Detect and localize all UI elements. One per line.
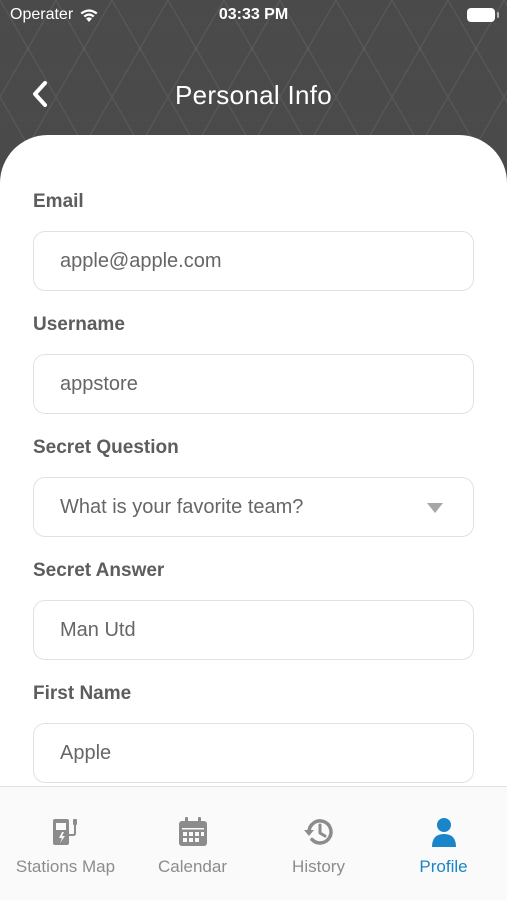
email-value: apple@apple.com bbox=[60, 249, 222, 272]
first-name-value: Apple bbox=[60, 741, 112, 764]
calendar-icon bbox=[129, 815, 256, 849]
tab-calendar[interactable]: Calendar bbox=[129, 787, 256, 900]
username-label: Username bbox=[33, 314, 125, 335]
secret-answer-field-group: Secret Answer Man Utd bbox=[33, 560, 474, 660]
battery-icon bbox=[467, 8, 499, 22]
secret-question-value: What is your favorite team? bbox=[60, 495, 304, 518]
chevron-left-icon bbox=[33, 81, 47, 107]
username-value: appstore bbox=[60, 372, 138, 395]
secret-question-label: Secret Question bbox=[33, 437, 179, 458]
tab-calendar-label: Calendar bbox=[158, 857, 227, 876]
caret-down-icon bbox=[427, 503, 443, 513]
navigation-bar: Personal Info bbox=[0, 60, 507, 130]
first-name-field-group: First Name Apple bbox=[33, 683, 474, 783]
status-bar: Operater 03:33 PM bbox=[0, 0, 507, 30]
secret-answer-label: Secret Answer bbox=[33, 560, 165, 581]
back-button[interactable] bbox=[22, 76, 58, 112]
page-title: Personal Info bbox=[174, 79, 333, 110]
history-icon bbox=[255, 815, 382, 849]
tab-history-label: History bbox=[292, 857, 345, 876]
secret-question-select[interactable]: What is your favorite team? bbox=[33, 477, 474, 537]
username-field[interactable]: appstore bbox=[33, 354, 474, 414]
secret-answer-value: Man Utd bbox=[60, 618, 136, 641]
email-label: Email bbox=[33, 191, 84, 212]
tab-stations-map[interactable]: Stations Map bbox=[2, 787, 129, 900]
first-name-field[interactable]: Apple bbox=[33, 723, 474, 783]
form-card: Email apple@apple.com Username appstore … bbox=[0, 135, 507, 790]
secret-answer-field[interactable]: Man Utd bbox=[33, 600, 474, 660]
first-name-label: First Name bbox=[33, 683, 132, 704]
email-field[interactable]: apple@apple.com bbox=[33, 231, 474, 291]
secret-question-field-group: Secret Question What is your favorite te… bbox=[33, 437, 474, 537]
tab-stations-map-label: Stations Map bbox=[15, 857, 116, 876]
tab-bar: Stations Map Calendar History Profile bbox=[0, 786, 507, 900]
email-field-group: Email apple@apple.com bbox=[33, 191, 474, 291]
tab-profile[interactable]: Profile bbox=[380, 787, 507, 900]
tab-history[interactable]: History bbox=[255, 787, 382, 900]
user-icon bbox=[380, 815, 507, 849]
username-field-group: Username appstore bbox=[33, 314, 474, 414]
tab-profile-label: Profile bbox=[419, 857, 468, 876]
charging-station-icon bbox=[2, 815, 129, 849]
status-time: 03:33 PM bbox=[218, 6, 289, 23]
